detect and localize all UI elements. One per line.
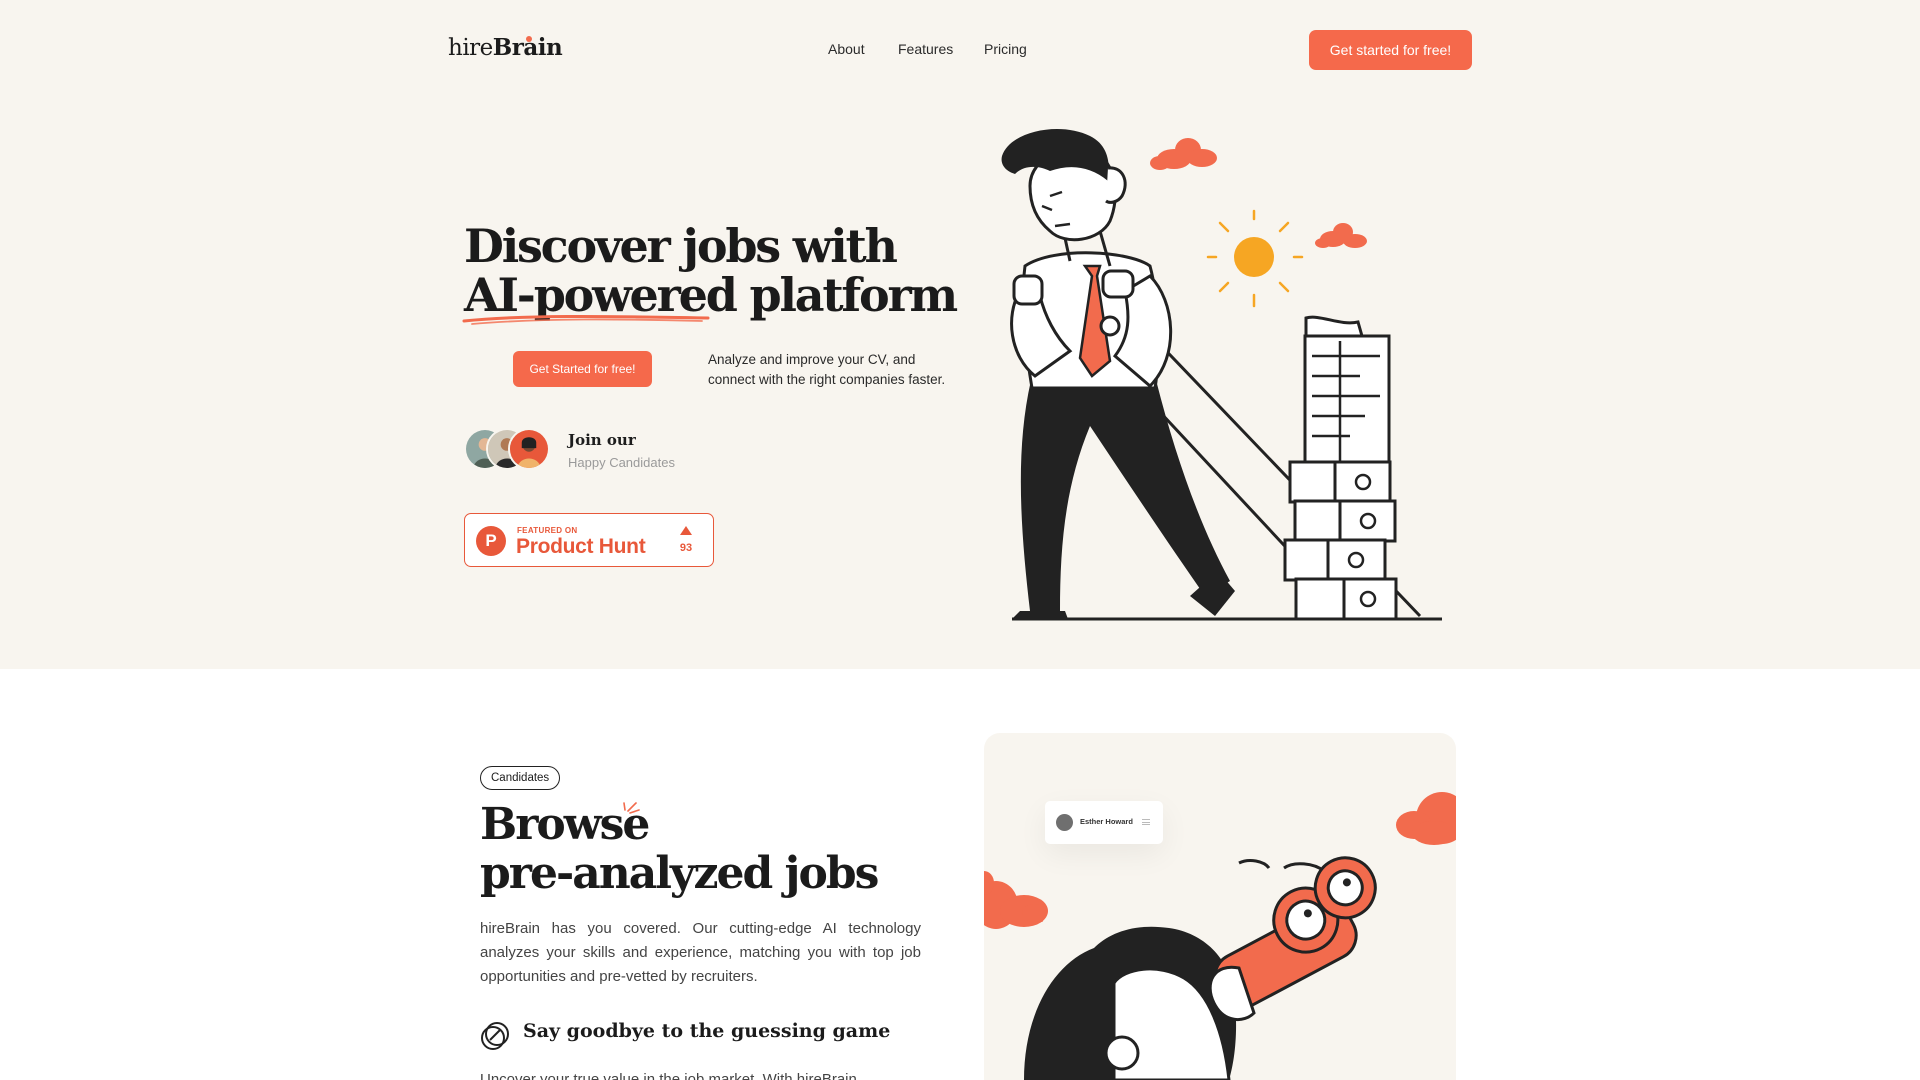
cloud-icon	[1315, 223, 1367, 248]
product-hunt-logo-icon: P	[476, 526, 506, 556]
product-hunt-name: Product Hunt	[516, 535, 646, 558]
logo[interactable]: hireBrain	[448, 34, 563, 61]
section-description: hireBrain has you covered. Our cutting-e…	[480, 920, 921, 985]
nav-link-features[interactable]: Features	[898, 41, 953, 57]
product-hunt-featured-label: FEATURED ON	[517, 526, 578, 535]
candidate-profile-card[interactable]: Esther Howard	[1045, 801, 1163, 844]
section-title: Browse pre-analyzed jobs	[480, 799, 879, 899]
product-hunt-badge[interactable]: P FEATURED ON Product Hunt 93	[464, 513, 714, 567]
hero-title: Discover jobs with AI-powered platform	[464, 219, 958, 320]
brush-underline-icon	[462, 314, 710, 325]
candidates-tag: Candidates	[480, 766, 561, 790]
hero-section: hireBrain About Features Pricing Get sta…	[0, 0, 1920, 669]
candidate-avatars	[464, 428, 552, 470]
man-pulling-filing-cabinet-illustration	[1001, 128, 1442, 621]
nav-link-about[interactable]: About	[828, 41, 865, 57]
product-hunt-upvote-count: 93	[679, 542, 693, 554]
woman-with-binoculars-illustration	[984, 792, 1456, 1080]
menu-icon[interactable]	[1142, 819, 1150, 825]
nav-link-pricing[interactable]: Pricing	[984, 41, 1027, 57]
candidates-illustration-card: Esther Howard	[984, 733, 1456, 1080]
join-title: Join our	[568, 431, 636, 449]
join-subtitle: Happy Candidates	[568, 455, 675, 470]
cloud-icon	[984, 871, 1048, 929]
logo-dot	[526, 36, 532, 42]
hero-title-line-1: Discover jobs with	[464, 219, 898, 273]
feature-text: Uncover your true value in the job marke…	[480, 1071, 857, 1080]
section-title-line-1: Browse	[480, 799, 650, 850]
hero-description: Analyze and improve your CV, and connect…	[708, 352, 946, 387]
nav-get-started-button[interactable]: Get started for free!	[1309, 30, 1472, 70]
sparkle-icon	[623, 802, 640, 814]
avatar	[1056, 814, 1073, 831]
candidate-name: Esther Howard	[1080, 817, 1133, 826]
upvote-arrow-icon	[680, 526, 692, 535]
link-icon	[481, 1022, 509, 1050]
feature-title: Say goodbye to the guessing game	[523, 1020, 891, 1042]
section-title-line-2: pre-analyzed jobs	[480, 848, 879, 899]
avatar	[508, 428, 550, 470]
sun-icon	[1206, 209, 1304, 308]
cloud-icon	[1150, 138, 1217, 170]
hero-get-started-button[interactable]: Get Started for free!	[513, 351, 652, 387]
cloud-icon	[1396, 792, 1456, 845]
